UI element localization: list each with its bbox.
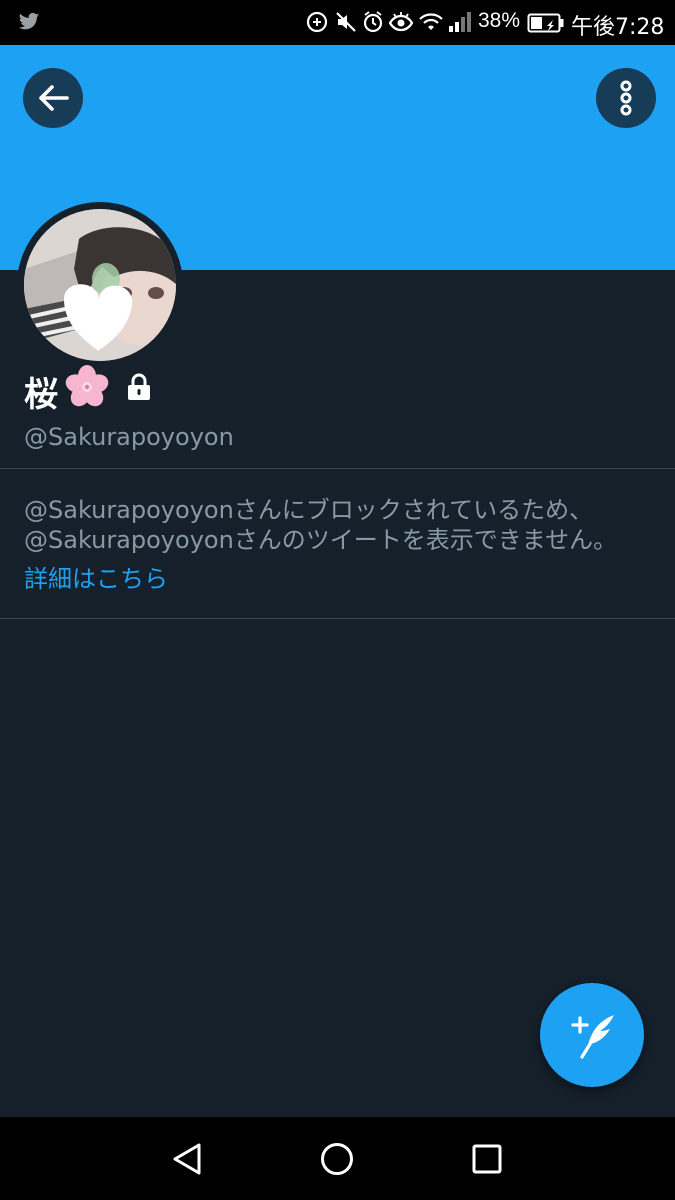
alarm-icon bbox=[362, 10, 384, 38]
wifi-icon bbox=[418, 10, 444, 38]
cherry-blossom-icon bbox=[64, 364, 110, 419]
twitter-bird-icon bbox=[18, 12, 40, 36]
profile-name-row: 桜 bbox=[24, 364, 154, 415]
battery-icon bbox=[527, 12, 565, 38]
avatar-frame[interactable] bbox=[17, 202, 183, 368]
back-button[interactable] bbox=[23, 68, 83, 128]
more-options-button[interactable] bbox=[596, 68, 656, 128]
display-name: 桜 bbox=[24, 374, 58, 415]
navigation-bar bbox=[0, 1117, 675, 1200]
nav-recents-button[interactable] bbox=[465, 1137, 509, 1181]
divider bbox=[0, 468, 675, 469]
nav-back-button[interactable] bbox=[165, 1137, 209, 1181]
arrow-left-icon bbox=[39, 85, 69, 111]
data-saver-icon bbox=[306, 10, 328, 38]
divider bbox=[0, 618, 675, 619]
blocked-notice-line-2: @Sakurapoyoyonさんのツイートを表示できません。 bbox=[24, 526, 618, 554]
status-bar: 38% 午後7:28 bbox=[0, 0, 675, 45]
nav-home-icon bbox=[321, 1143, 353, 1175]
profile-handle: @Sakurapoyoyon bbox=[24, 423, 234, 451]
lock-icon bbox=[124, 371, 154, 411]
compose-tweet-icon bbox=[571, 1015, 614, 1059]
avatar[interactable] bbox=[24, 209, 176, 361]
clock: 午後7:28 bbox=[571, 15, 665, 40]
signal-icon bbox=[447, 10, 473, 38]
battery-percent: 38% bbox=[478, 9, 521, 32]
learn-more-link[interactable]: 詳細はこちら bbox=[24, 564, 168, 594]
mute-icon bbox=[335, 10, 357, 38]
nav-home-button[interactable] bbox=[315, 1137, 359, 1181]
blocked-notice: @Sakurapoyoyonさんにブロックされているため、 @Sakurapoy… bbox=[24, 495, 654, 555]
blocked-notice-line-1: @Sakurapoyoyonさんにブロックされているため、 bbox=[24, 496, 594, 524]
more-vertical-icon bbox=[620, 80, 632, 116]
compose-tweet-button[interactable] bbox=[540, 983, 644, 1087]
eye-comfort-icon bbox=[388, 10, 414, 38]
nav-recents-icon bbox=[472, 1144, 502, 1174]
nav-back-icon bbox=[173, 1143, 201, 1175]
